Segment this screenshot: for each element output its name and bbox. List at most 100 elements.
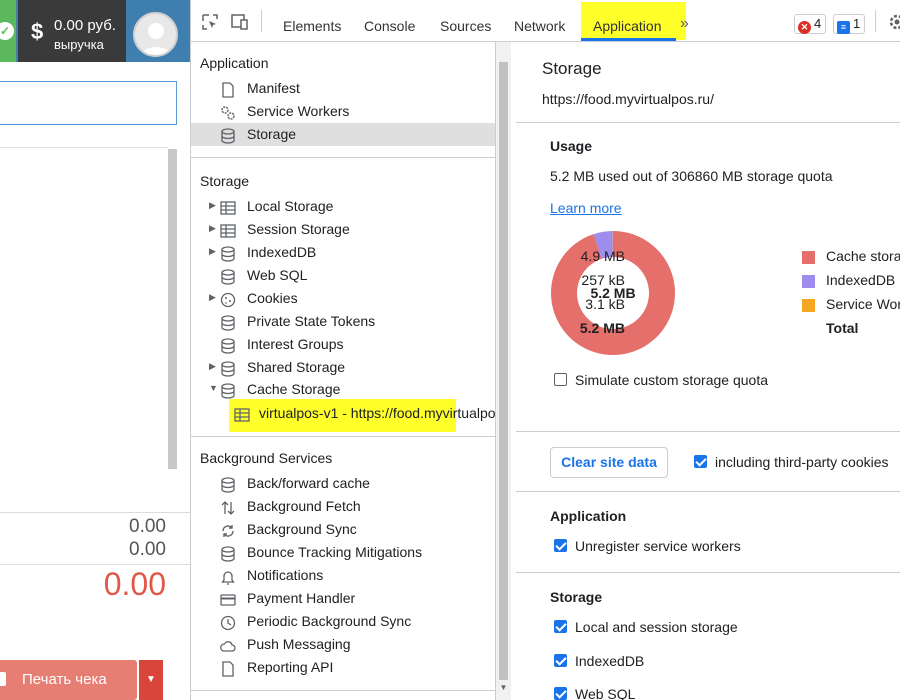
sidebar-item-label: Background Sync [247, 521, 357, 537]
scrollbar[interactable] [168, 149, 177, 469]
sidebar-scrollbar-thumb[interactable] [499, 62, 508, 680]
expand-arrow-icon[interactable]: ▶ [209, 223, 216, 234]
origin-url: https://food.myvirtualpos.ru/ [542, 91, 714, 107]
indexeddb-label: IndexedDB [575, 653, 645, 669]
database-icon [221, 477, 235, 493]
total-value: 0.00 [103, 566, 166, 602]
sync-icon [222, 525, 234, 537]
sidebar-item-label: Back/forward cache [247, 475, 370, 491]
sidebar-item-label: Private State Tokens [247, 313, 376, 329]
unregister-sw-checkbox[interactable] [554, 539, 567, 552]
revenue-label: выручка [54, 37, 104, 52]
database-icon [221, 315, 235, 331]
web-sql-checkbox[interactable] [554, 687, 567, 700]
discount-value: 0.00 [129, 539, 166, 560]
sidebar-item-cache-entry[interactable]: virtualpos-v1 - https://food.myvirtualpo… [234, 404, 496, 426]
message-icon: ≡ [837, 21, 850, 34]
sidebar-item-label: Local Storage [247, 198, 334, 214]
section-storage[interactable]: Storage [200, 173, 249, 189]
sidebar-item-label: Push Messaging [247, 636, 351, 652]
table-icon [220, 201, 236, 215]
tab-application[interactable]: Application [593, 18, 662, 34]
legend-value: 4.9 MB [580, 248, 625, 264]
divider [0, 564, 190, 565]
messages-badge[interactable]: ≡ 1 [833, 14, 866, 34]
usage-summary: 5.2 MB used out of 306860 MB storage quo… [550, 168, 833, 184]
simulate-quota-checkbox[interactable] [554, 373, 567, 386]
legend-value: 3.1 kB [585, 296, 625, 312]
learn-more-link[interactable]: Learn more [550, 200, 622, 216]
inspect-element-icon[interactable] [201, 13, 219, 31]
search-input[interactable] [0, 81, 177, 125]
database-icon [221, 128, 235, 144]
expand-arrow-icon[interactable]: ▶ [209, 246, 216, 257]
sidebar-item-label: Web SQL [247, 267, 308, 283]
section-application[interactable]: Application [200, 55, 269, 71]
divider [516, 431, 900, 432]
sidebar-item-label: Cookies [247, 290, 298, 306]
divider [516, 572, 900, 573]
sidebar-item-label: virtualpos-v1 - https://food.myvirtualpo… [259, 405, 496, 421]
local-session-storage-checkbox[interactable] [554, 620, 567, 633]
legend-name: IndexedDB [826, 272, 896, 288]
sidebar-item-label: Periodic Background Sync [247, 613, 412, 629]
active-tab-indicator [581, 38, 676, 41]
arrows-up-down-icon [221, 501, 235, 515]
legend-swatch [802, 299, 815, 312]
expand-arrow-icon[interactable]: ▶ [209, 361, 216, 372]
expand-arrow-icon[interactable]: ▶ [209, 292, 216, 303]
local-session-storage-label: Local and session storage [575, 619, 738, 635]
revenue-widget[interactable]: $ 0.00 руб. выручка [18, 0, 126, 62]
divider [516, 122, 900, 123]
indexeddb-checkbox[interactable] [554, 654, 567, 667]
status-button[interactable]: ✓ [0, 0, 16, 62]
pos-app: ✓ $ 0.00 руб. выручка 0.00 0.00 0.00 Печ… [0, 0, 190, 700]
sidebar-item-label: Bounce Tracking Mitigations [247, 544, 423, 560]
check-icon: ✓ [0, 22, 14, 40]
clear-site-data-button[interactable]: Clear site data [550, 447, 668, 478]
clock-icon [220, 615, 236, 631]
divider [516, 491, 900, 492]
storage-panel: Storage https://food.myvirtualpos.ru/ Us… [516, 42, 900, 700]
more-tabs-icon[interactable]: » [680, 15, 689, 33]
tab-network[interactable]: Network [514, 18, 565, 34]
avatar[interactable] [133, 12, 178, 57]
gear-icon[interactable] [888, 13, 900, 31]
divider [191, 157, 495, 158]
section-background-services[interactable]: Background Services [200, 450, 332, 466]
sidebar-item-label: Storage [247, 126, 297, 142]
scroll-down-arrow-icon[interactable]: ▼ [497, 683, 510, 696]
database-icon [221, 246, 235, 262]
device-toolbar-icon[interactable] [231, 13, 249, 31]
legend-total-label: Total [826, 320, 859, 336]
database-icon [221, 269, 235, 285]
usage-heading: Usage [550, 138, 593, 154]
tab-elements[interactable]: Elements [283, 18, 341, 34]
sidebar-item-label: Service Workers [247, 103, 350, 119]
web-sql-label: Web SQL [575, 686, 636, 700]
print-receipt-button[interactable]: Печать чека [0, 660, 137, 700]
sidebar-item-label: Background Fetch [247, 498, 361, 514]
tab-sources[interactable]: Sources [440, 18, 491, 34]
bell-icon [221, 571, 235, 585]
expand-arrow-icon[interactable]: ▶ [209, 200, 216, 211]
storage-heading: Storage [550, 589, 603, 605]
database-icon [221, 546, 235, 562]
legend-swatch [802, 251, 815, 264]
page-title: Storage [542, 59, 602, 78]
print-options-dropdown[interactable]: ▼ [139, 660, 163, 700]
application-sidebar: Application Manifest Service Workers Sto… [191, 42, 496, 700]
print-receipt-label: Печать чека [22, 671, 107, 688]
sidebar-item-label: Payment Handler [247, 590, 356, 606]
divider [191, 690, 495, 691]
database-icon [221, 361, 235, 377]
printer-icon [0, 672, 6, 686]
collapse-arrow-icon[interactable]: ▼ [209, 383, 218, 393]
gears-icon [221, 106, 235, 120]
tab-console[interactable]: Console [364, 18, 415, 34]
table-icon [234, 408, 250, 422]
toolbar-separator [875, 10, 876, 32]
toolbar-separator [261, 10, 262, 32]
third-party-cookies-checkbox[interactable] [694, 455, 707, 468]
errors-badge[interactable]: ✕ 4 [794, 14, 827, 34]
